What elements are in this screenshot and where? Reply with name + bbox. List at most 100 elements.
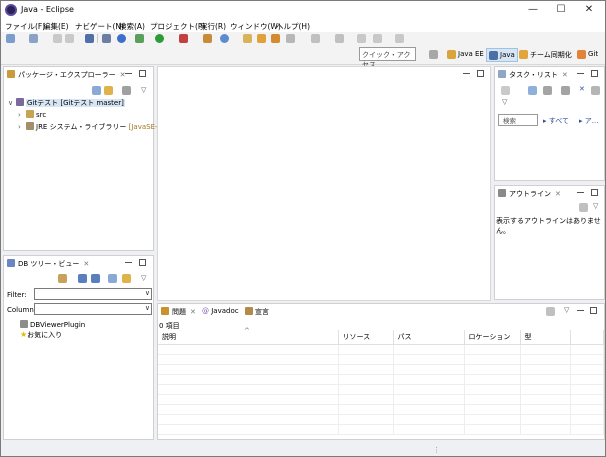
- refresh-icon[interactable]: [220, 34, 229, 43]
- perspective-team-sync[interactable]: チーム同期化: [517, 48, 574, 62]
- server-icon[interactable]: [203, 34, 212, 43]
- tree-item-project[interactable]: ∨ Gitテスト [Gitテスト master]: [8, 98, 125, 108]
- tree-item-favorites[interactable]: ★お気に入り: [20, 330, 62, 340]
- minimize-view-icon[interactable]: [577, 192, 584, 193]
- new-icon[interactable]: [6, 34, 15, 43]
- column-combo[interactable]: ∨: [34, 303, 152, 315]
- menu-edit[interactable]: 編集(E): [43, 21, 69, 32]
- close-icon[interactable]: ✕: [190, 308, 196, 316]
- filter-combo[interactable]: ∨: [34, 288, 152, 300]
- perspective-java-ee[interactable]: Java EE: [445, 48, 486, 62]
- status-grip-icon[interactable]: ⋮: [433, 446, 440, 454]
- prev-annotation-icon[interactable]: [335, 34, 344, 43]
- column-location[interactable]: ロケーション: [464, 330, 521, 345]
- last-edit-icon[interactable]: [357, 34, 366, 43]
- column-resource[interactable]: リソース: [338, 330, 394, 345]
- tab-db-tree[interactable]: DB ツリー・ビュー ✕: [4, 256, 94, 271]
- open-perspective-icon[interactable]: [429, 50, 438, 59]
- activate-link[interactable]: ▸ ア...: [579, 116, 598, 126]
- tree-item-src[interactable]: › src: [18, 110, 46, 119]
- focus-task-icon[interactable]: [561, 86, 570, 95]
- back-icon[interactable]: [373, 34, 382, 43]
- hide-completed-icon[interactable]: ✕: [579, 85, 585, 93]
- console-icon[interactable]: [85, 34, 94, 43]
- minimize-view-icon[interactable]: [125, 262, 132, 263]
- maximize-view-icon[interactable]: [139, 259, 146, 266]
- minimize-view-icon[interactable]: [125, 73, 132, 74]
- column-description[interactable]: 説明 ^: [158, 327, 339, 345]
- minimize-view-icon[interactable]: [577, 310, 584, 311]
- scheduled-icon[interactable]: [543, 86, 552, 95]
- categorized-icon[interactable]: [528, 86, 537, 95]
- link-icon[interactable]: [122, 274, 131, 283]
- perspective-git[interactable]: Git: [575, 48, 600, 62]
- link-with-editor-icon[interactable]: [104, 86, 113, 95]
- debug-icon[interactable]: [117, 34, 126, 43]
- task-search-input[interactable]: 検索: [498, 114, 538, 126]
- view-menu-icon[interactable]: ▽: [593, 202, 598, 210]
- menu-navigate[interactable]: ナビゲート(N): [75, 21, 124, 32]
- view-menu-icon[interactable]: ▽: [141, 86, 146, 94]
- menu-project[interactable]: プロジェクト(P): [150, 21, 205, 32]
- collapse-all-icon[interactable]: [108, 274, 117, 283]
- tab-outline[interactable]: アウトライン ✕: [495, 186, 565, 201]
- menu-run[interactable]: 実行(R): [200, 21, 226, 32]
- tree-item-dbviewer[interactable]: DBViewerPlugin: [20, 320, 85, 329]
- forward-icon[interactable]: [395, 34, 404, 43]
- maximize-view-icon[interactable]: [477, 70, 484, 77]
- new-package-icon[interactable]: [243, 34, 252, 43]
- menu-search[interactable]: 検索(A): [119, 21, 145, 32]
- open-task-icon[interactable]: [271, 34, 280, 43]
- maximize-view-icon[interactable]: [590, 307, 597, 314]
- save-icon[interactable]: [53, 34, 62, 43]
- perspective-java[interactable]: Java: [486, 48, 518, 62]
- new-dropdown-icon[interactable]: [29, 34, 38, 43]
- tree-item-jre[interactable]: › JRE システム・ライブラリー [JavaSE-1.8]: [18, 122, 171, 132]
- editor-area[interactable]: [157, 66, 491, 301]
- maximize-button[interactable]: ☐: [547, 1, 575, 19]
- save-all-icon[interactable]: [65, 34, 74, 43]
- skip-breakpoints-icon[interactable]: [102, 34, 111, 43]
- view-menu-icon[interactable]: ▽: [502, 98, 507, 106]
- tab-package-explorer[interactable]: パッケージ・エクスプローラー ✕: [4, 67, 130, 82]
- new-task-icon[interactable]: [501, 86, 510, 95]
- menu-file[interactable]: ファイル(F): [5, 21, 45, 32]
- menu-window[interactable]: ウィンドウ(W): [230, 21, 281, 32]
- menu-help[interactable]: ヘルプ(H): [276, 21, 310, 32]
- project-icon: [16, 98, 24, 106]
- close-icon[interactable]: ✕: [562, 71, 568, 79]
- close-icon[interactable]: ✕: [555, 190, 561, 198]
- close-button[interactable]: ✕: [575, 1, 603, 19]
- focus-icon[interactable]: [122, 86, 131, 95]
- next-annotation-icon[interactable]: [311, 34, 320, 43]
- tab-declaration[interactable]: 宣言: [245, 307, 269, 317]
- minimize-view-icon[interactable]: [463, 73, 470, 74]
- minimize-view-icon[interactable]: [577, 73, 584, 74]
- db-export-icon[interactable]: [91, 274, 100, 283]
- column-path[interactable]: パス: [393, 330, 465, 345]
- filter-all-link[interactable]: ▸ すべて: [543, 116, 569, 126]
- collapse-all-icon[interactable]: [92, 86, 101, 95]
- coverage-icon[interactable]: [179, 34, 188, 43]
- outline-tool-icon[interactable]: [579, 203, 588, 212]
- column-type[interactable]: 型: [520, 330, 571, 345]
- db-add-icon[interactable]: [58, 274, 67, 283]
- search-toolbar-icon[interactable]: [286, 34, 295, 43]
- db-import-icon[interactable]: [78, 274, 87, 283]
- tab-task-list[interactable]: タスク・リスト ✕: [495, 67, 572, 82]
- quick-access-input[interactable]: クイック・アクセス: [359, 47, 416, 69]
- tab-problems[interactable]: 問題 ✕: [158, 304, 200, 319]
- view-menu-icon[interactable]: ▽: [564, 306, 569, 314]
- maximize-view-icon[interactable]: [591, 70, 598, 77]
- view-menu-icon[interactable]: ▽: [141, 274, 146, 282]
- minimize-button[interactable]: —: [519, 1, 547, 19]
- external-tools-icon[interactable]: [135, 34, 144, 43]
- maximize-view-icon[interactable]: [139, 70, 146, 77]
- close-icon[interactable]: ✕: [83, 260, 89, 268]
- problems-filter-icon[interactable]: [546, 307, 555, 316]
- tab-javadoc[interactable]: @ Javadoc: [202, 307, 239, 315]
- run-icon[interactable]: [155, 34, 164, 43]
- collapse-icon[interactable]: [591, 86, 600, 95]
- open-type-icon[interactable]: [257, 34, 266, 43]
- maximize-view-icon[interactable]: [591, 189, 598, 196]
